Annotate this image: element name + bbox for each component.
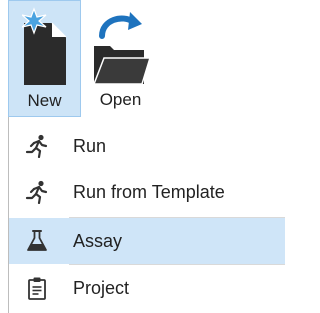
menu-item-label: Project [73, 278, 130, 298]
flask-icon [27, 230, 47, 251]
new-dropdown-menu: Run Run from Template Assay Project [8, 117, 285, 313]
menu-item-project[interactable]: Project [9, 265, 285, 311]
menu-item-label: Run from Template [73, 182, 225, 202]
runner-icon [25, 180, 48, 204]
menu-item-label: Assay [73, 231, 123, 251]
menu-item-label: Run [73, 136, 107, 156]
open-folder-icon [92, 12, 151, 85]
menu-item-assay[interactable]: Assay [9, 218, 285, 264]
ribbon-toolbar: New Open [0, 0, 284, 117]
new-document-icon [21, 7, 66, 85]
menu-item-run-from-template[interactable]: Run from Template [9, 169, 285, 215]
new-button[interactable]: New [8, 0, 81, 117]
runner-icon [25, 134, 48, 158]
open-button[interactable]: Open [82, 0, 159, 117]
menu-item-run[interactable]: Run [9, 123, 285, 169]
clipboard-icon [28, 277, 46, 300]
open-button-label: Open [99, 90, 142, 109]
new-button-label: New [27, 91, 62, 110]
